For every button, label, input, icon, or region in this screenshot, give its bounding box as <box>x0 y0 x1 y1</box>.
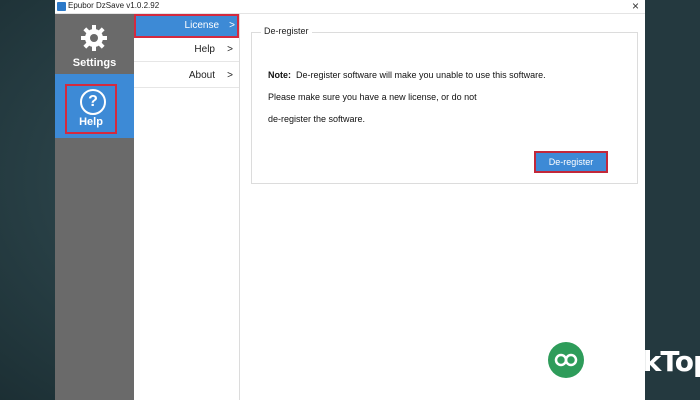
note-line-3: de-register the software. <box>268 114 366 124</box>
submenu-item-license[interactable]: License > <box>134 14 239 38</box>
note-line-2: Please make sure you have a new license,… <box>268 92 477 102</box>
title-bar: Epubor DzSave v1.0.2.92 × <box>55 0 645 14</box>
sidebar-item-settings[interactable]: Settings <box>55 14 134 74</box>
submenu-item-about[interactable]: About > <box>134 64 239 88</box>
chevron-right-icon: > <box>229 20 235 31</box>
left-sidebar: Settings ? Help <box>55 14 134 400</box>
close-button[interactable]: × <box>632 0 639 13</box>
deregister-button[interactable]: De-register <box>534 151 608 173</box>
deregister-panel: Note: De-register software will make you… <box>251 32 638 184</box>
note-label: Note: <box>268 70 291 80</box>
help-icon: ? <box>80 89 106 115</box>
watermark-text: ßeskTop <box>590 345 700 378</box>
note-line-1: Note: De-register software will make you… <box>268 70 546 80</box>
gear-icon <box>81 25 107 51</box>
app-icon <box>57 2 66 11</box>
submenu-item-label: About <box>188 70 215 81</box>
note-text: De-register software will make you unabl… <box>296 70 546 80</box>
window-title: Epubor DzSave v1.0.2.92 <box>68 1 160 10</box>
sidebar-item-label: Settings <box>72 57 117 69</box>
help-highlight-box: ? Help <box>65 84 117 134</box>
desktop-background-strip <box>645 0 700 400</box>
chevron-right-icon: > <box>227 44 233 55</box>
chevron-right-icon: > <box>227 70 233 81</box>
sidebar-item-label: Help <box>79 116 103 128</box>
watermark-logo <box>548 342 584 378</box>
submenu-item-help[interactable]: Help > <box>134 38 239 62</box>
sidebar-item-help[interactable]: ? Help <box>55 74 134 138</box>
panel-title: De-register <box>261 26 312 36</box>
submenu: License > Help > About > <box>134 14 240 400</box>
submenu-item-label: Help <box>194 44 215 55</box>
submenu-item-label: License <box>184 20 219 31</box>
